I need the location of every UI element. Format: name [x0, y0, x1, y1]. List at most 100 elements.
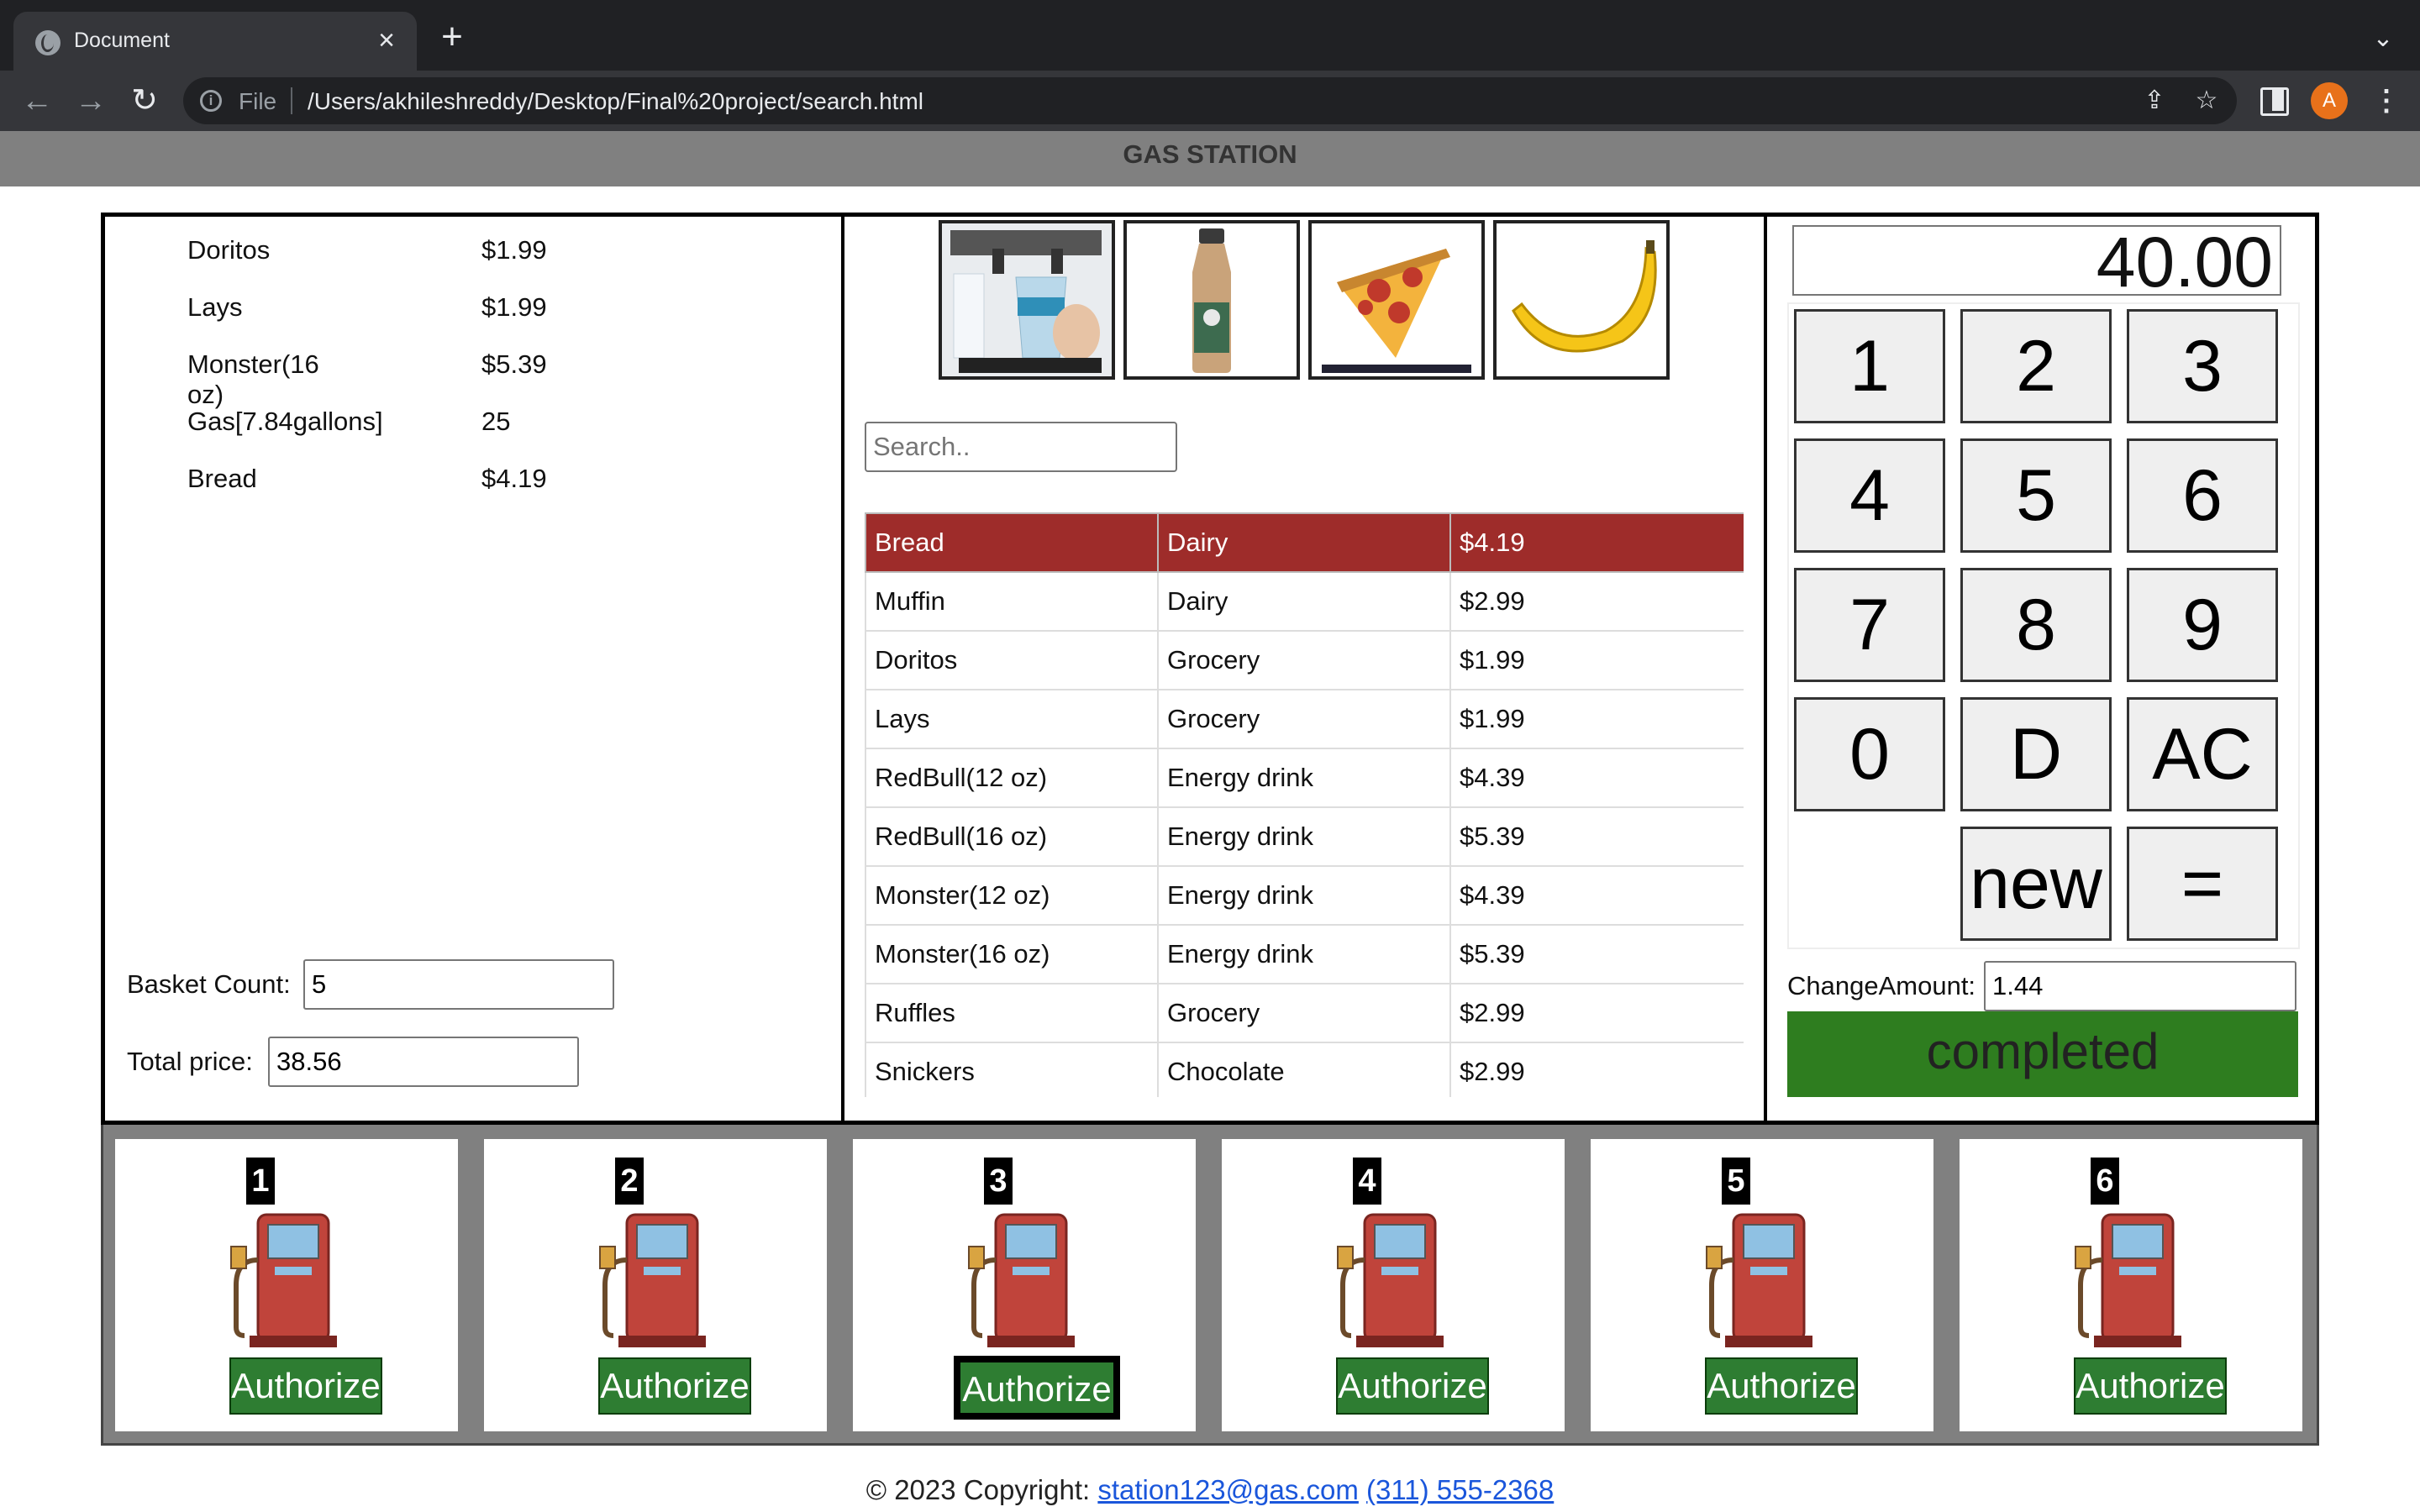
key-2[interactable]: 2 — [1960, 309, 2112, 423]
basket-item-price: 25 — [481, 407, 511, 436]
key-delete[interactable]: D — [1960, 697, 2112, 811]
browser-tab-strip: Document × + ⌄ — [0, 0, 2420, 71]
key-5[interactable]: 5 — [1960, 438, 2112, 553]
site-header: GAS STATION — [0, 131, 2420, 186]
product-price-cell: $1.99 — [1449, 630, 1744, 690]
product-name-cell: Monster(12 oz) — [865, 865, 1159, 926]
table-row[interactable]: RedBull(12 oz) Energy drink $4.39 — [865, 748, 1744, 808]
basket-item-name: Doritos — [187, 235, 271, 265]
key-0[interactable]: 0 — [1794, 697, 1945, 811]
authorize-button[interactable]: Authorize — [229, 1357, 382, 1415]
authorize-button[interactable]: Authorize — [598, 1357, 751, 1415]
product-price-cell: $4.19 — [1449, 512, 1744, 573]
profile-avatar[interactable]: A — [2311, 82, 2348, 119]
product-category-cell: Dairy — [1157, 512, 1451, 573]
calculator-keypad: 1 2 3 4 5 6 7 8 9 0 D AC new = — [1787, 302, 2300, 949]
table-row[interactable]: Monster(16 oz) Energy drink $5.39 — [865, 924, 1744, 984]
authorize-button[interactable]: Authorize — [1705, 1357, 1858, 1415]
phone-link[interactable]: (311) 555-2368 — [1366, 1474, 1554, 1505]
fuel-pump-icon — [1337, 1213, 1444, 1347]
pump-number: 5 — [1722, 1158, 1750, 1205]
product-price-cell: $2.99 — [1449, 983, 1744, 1043]
email-link[interactable]: station123@gas.com — [1097, 1474, 1359, 1505]
key-7[interactable]: 7 — [1794, 568, 1945, 682]
key-4[interactable]: 4 — [1794, 438, 1945, 553]
table-row[interactable]: Lays Grocery $1.99 — [865, 689, 1744, 749]
table-row[interactable]: Muffin Dairy $2.99 — [865, 571, 1744, 632]
side-panel-icon[interactable] — [2259, 86, 2289, 116]
product-category-cell: Grocery — [1157, 630, 1451, 690]
basket-item-price: $4.19 — [481, 464, 547, 493]
pump-number: 2 — [615, 1158, 644, 1205]
url-separator — [291, 87, 292, 114]
reload-icon[interactable]: ↻ — [124, 81, 165, 121]
chevron-down-icon[interactable]: ⌄ — [2366, 22, 2400, 55]
pump-card: 6 Authorize — [1960, 1139, 2302, 1431]
browser-toolbar: ← → ↻ i File /Users/akhileshreddy/Deskto… — [0, 71, 2420, 131]
url-scheme-label: File — [239, 88, 277, 114]
key-new[interactable]: new — [1960, 827, 2112, 941]
fountain-drink-image — [942, 223, 1112, 376]
pump-card: 2 Authorize — [484, 1139, 827, 1431]
fuel-pump-icon — [599, 1213, 706, 1347]
url-text[interactable]: /Users/akhileshreddy/Desktop/Final%20pro… — [308, 88, 923, 115]
product-price-cell: $5.39 — [1449, 806, 1744, 867]
banana-image — [1497, 223, 1666, 376]
banana-tile[interactable] — [1493, 220, 1670, 380]
product-name-cell: RedBull(12 oz) — [865, 748, 1159, 808]
product-search-input[interactable] — [865, 422, 1177, 472]
key-all-clear[interactable]: AC — [2127, 697, 2278, 811]
product-name-cell: Doritos — [865, 630, 1159, 690]
authorize-button[interactable]: Authorize — [2074, 1357, 2227, 1415]
table-row[interactable]: Monster(12 oz) Energy drink $4.39 — [865, 865, 1744, 926]
key-6[interactable]: 6 — [2127, 438, 2278, 553]
calculator-display[interactable]: 40.00 — [1792, 225, 2281, 297]
completed-button[interactable]: completed — [1787, 1011, 2298, 1097]
key-equals[interactable]: = — [2127, 827, 2278, 941]
total-price-field[interactable]: 38.56 — [268, 1037, 579, 1087]
browser-tab[interactable]: Document × — [13, 12, 417, 71]
forward-arrow-icon[interactable]: → — [71, 81, 111, 121]
table-row[interactable]: Doritos Grocery $1.99 — [865, 630, 1744, 690]
share-icon[interactable]: ⇪ — [2139, 86, 2170, 116]
pump-number: 1 — [246, 1158, 275, 1205]
close-tab-icon[interactable]: × — [370, 24, 403, 57]
info-icon[interactable]: i — [200, 90, 222, 112]
authorize-button-active[interactable]: Authorize — [954, 1356, 1120, 1420]
product-price-cell: $4.39 — [1449, 748, 1744, 808]
fountain-drink-tile[interactable] — [939, 220, 1115, 380]
more-menu-icon[interactable]: ⋮ — [2368, 82, 2405, 119]
product-price-cell: $2.99 — [1449, 571, 1744, 632]
frappuccino-tile[interactable] — [1123, 220, 1300, 380]
product-category-cell: Grocery — [1157, 983, 1451, 1043]
product-name-cell: Bread — [865, 512, 1159, 573]
pos-main-panel: Doritos $1.99 Lays $1.99 Monster(16 oz) … — [101, 213, 2319, 1125]
product-name-cell: Muffin — [865, 571, 1159, 632]
change-amount-field[interactable]: 1.44 — [1984, 961, 2296, 1011]
basket-item-price: $5.39 — [481, 349, 547, 379]
back-arrow-icon[interactable]: ← — [17, 81, 57, 121]
product-price-cell: $2.99 — [1449, 1042, 1744, 1097]
table-row[interactable]: Snickers Chocolate $2.99 — [865, 1042, 1744, 1097]
pizza-tile[interactable] — [1308, 220, 1485, 380]
product-name-cell: Lays — [865, 689, 1159, 749]
page-title: GAS STATION — [1123, 139, 1297, 169]
key-8[interactable]: 8 — [1960, 568, 2112, 682]
products-panel: Bread Dairy $4.19 Muffin Dairy $2.99 Dor… — [844, 217, 1767, 1121]
product-price-cell: $1.99 — [1449, 689, 1744, 749]
product-category-cell: Energy drink — [1157, 924, 1451, 984]
key-9[interactable]: 9 — [2127, 568, 2278, 682]
key-1[interactable]: 1 — [1794, 309, 1945, 423]
address-bar[interactable]: i File /Users/akhileshreddy/Desktop/Fina… — [183, 77, 2237, 124]
table-row-selected[interactable]: Bread Dairy $4.19 — [865, 512, 1744, 573]
pizza-slice-image — [1312, 223, 1481, 376]
fuel-pump-icon — [1706, 1213, 1812, 1347]
key-3[interactable]: 3 — [2127, 309, 2278, 423]
bookmark-star-icon[interactable]: ☆ — [2191, 86, 2222, 116]
authorize-button[interactable]: Authorize — [1336, 1357, 1489, 1415]
fuel-pump-icon — [968, 1213, 1075, 1347]
new-tab-icon[interactable]: + — [432, 18, 472, 59]
table-row[interactable]: Ruffles Grocery $2.99 — [865, 983, 1744, 1043]
basket-count-field[interactable]: 5 — [303, 959, 614, 1010]
table-row[interactable]: RedBull(16 oz) Energy drink $5.39 — [865, 806, 1744, 867]
